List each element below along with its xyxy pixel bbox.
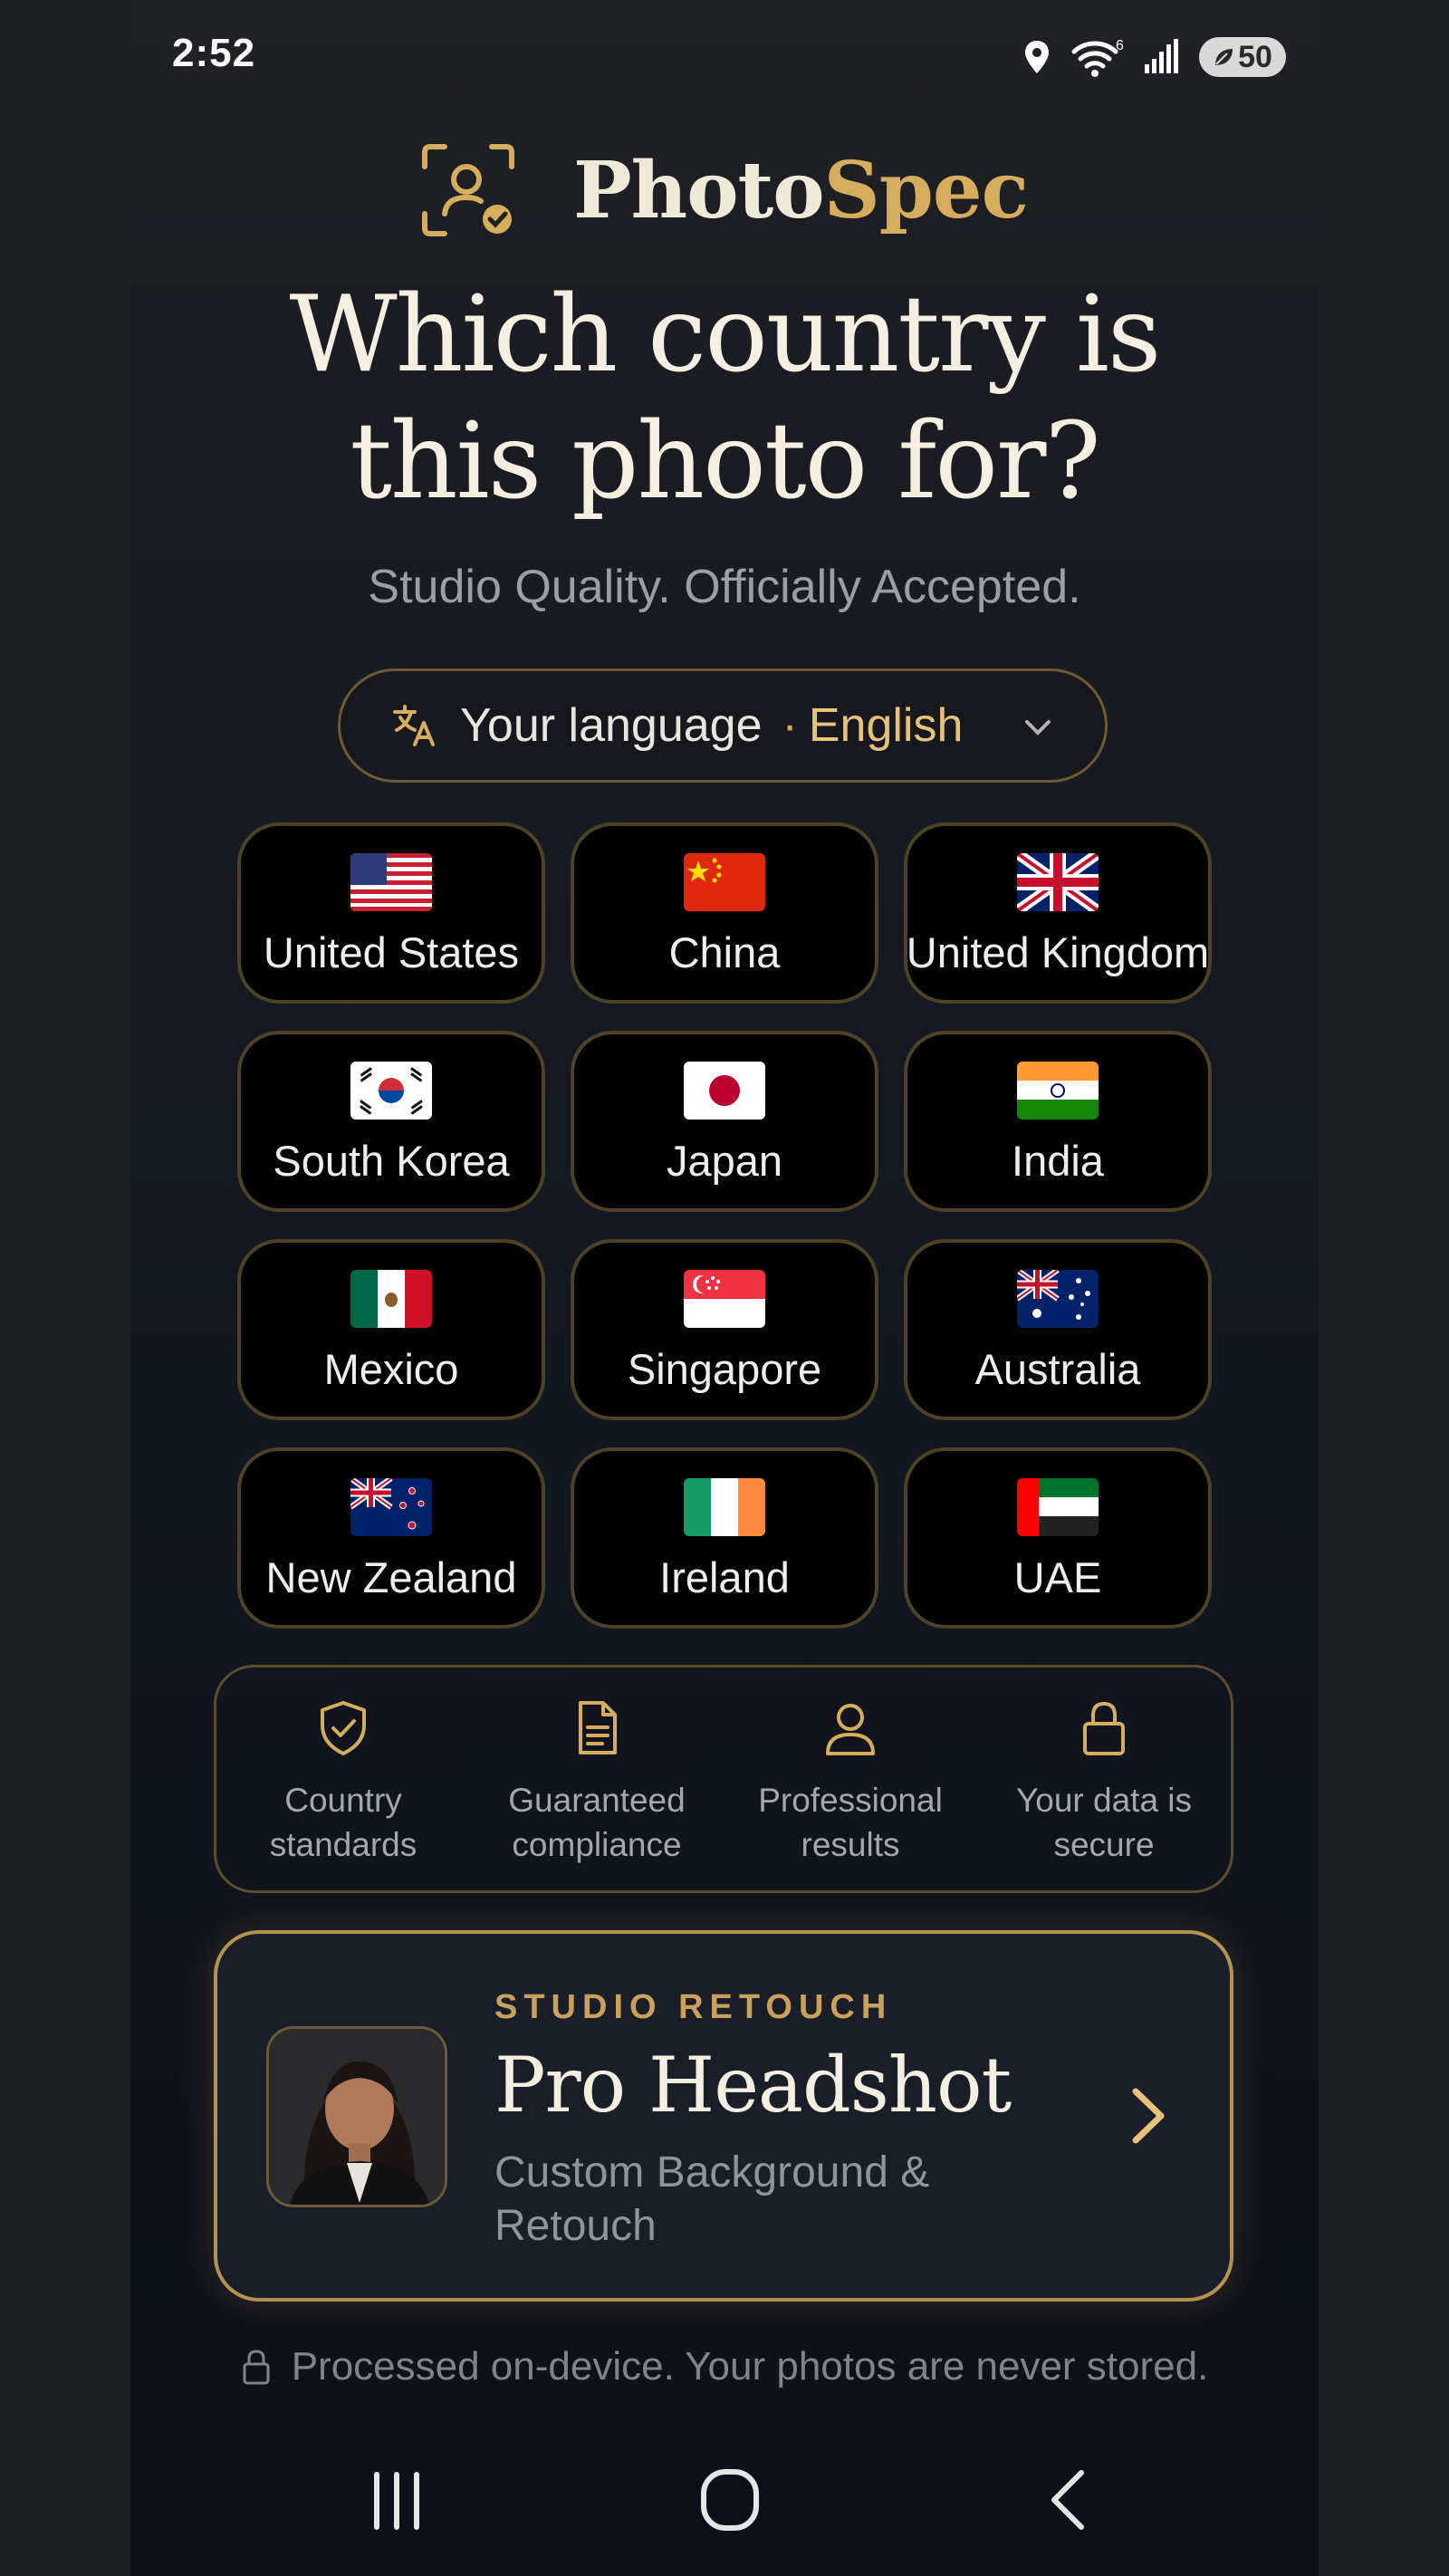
shield-check-icon [321,1701,366,1755]
country-card-australia[interactable]: Australia [904,1239,1212,1420]
feature-label: Guaranteed compliance [508,1782,686,1863]
person-icon [826,1704,875,1755]
feature-label: Your data is secure [1015,1782,1193,1863]
country-name: Mexico [323,1345,459,1393]
country-name: Australia [974,1345,1141,1393]
status-time: 2:52 [172,31,256,75]
leaf-icon [1215,49,1233,65]
headshot-thumbnail [266,2026,447,2207]
country-card-south-korea[interactable]: South Korea [237,1031,545,1212]
privacy-note-text: Processed on-device. Your photos are nev… [291,2344,1209,2389]
document-icon [579,1701,617,1754]
back-button[interactable] [1045,2467,1090,2533]
language-separator: · [782,699,798,752]
feature-label: Country standards [269,1782,417,1863]
brand-logo: PhotoSpec [130,143,1319,237]
recent-apps-button[interactable] [369,2471,424,2531]
page-title: Which country is this photo for? [289,274,1162,523]
country-name: Ireland [659,1553,790,1601]
country-card-united-states[interactable]: United States [237,822,545,1004]
au-flag-icon [1017,1270,1099,1328]
country-card-japan[interactable]: Japan [571,1031,878,1212]
pro-headshot-card[interactable]: STUDIO RETOUCH Pro Headshot Custom Backg… [214,1930,1233,2302]
status-icons: 6 50 [1023,34,1286,80]
lock-icon [1083,1701,1125,1755]
ae-flag-icon [1017,1478,1099,1536]
language-label: Your language [460,699,763,752]
country-name: UAE [1013,1553,1102,1601]
country-card-singapore[interactable]: Singapore [571,1239,878,1420]
language-value: English [808,699,964,752]
promo-eyebrow: STUDIO RETOUCH [494,1988,893,2026]
app-screen: 2:52 6 50 PhotoSpec Which country is thi… [130,0,1319,2576]
chevron-right-icon [1132,2088,1165,2144]
feature-strip: Country standards Guaranteed compliance Pr… [214,1665,1233,1893]
signal-icon [1145,39,1178,73]
portrait-image [269,2029,445,2205]
wifi-badge: 6 [1116,38,1123,53]
country-name: United States [263,928,520,976]
ie-flag-icon [684,1478,765,1536]
home-button[interactable] [699,2467,761,2533]
country-name: China [668,928,781,976]
country-name: South Korea [273,1137,510,1185]
system-nav-bar [130,2446,1319,2576]
gb-flag-icon [1017,853,1099,911]
chevron-down-icon [1025,720,1051,735]
page-subtitle: Studio Quality. Officially Accepted. [368,561,1081,613]
small-lock-icon [243,2350,270,2385]
country-name: India [1012,1137,1104,1185]
battery-level: 50 [1238,39,1272,74]
promo-subtitle: Custom Background & Retouch [494,2148,930,2250]
country-card-united-kingdom[interactable]: United Kingdom [904,822,1212,1004]
feature-data-secure: Your data is secure [977,1668,1231,1890]
cn-flag-icon [684,853,765,911]
nz-flag-icon [350,1478,432,1536]
language-selector[interactable]: Your language · English [338,668,1108,783]
country-card-india[interactable]: India [904,1031,1212,1212]
battery-indicator: 50 [1199,37,1286,77]
country-card-ireland[interactable]: Ireland [571,1447,878,1629]
country-card-uae[interactable]: UAE [904,1447,1212,1629]
face-scan-logo-icon [422,144,514,236]
feature-country-standards: Country standards [216,1668,470,1890]
feature-professional-results: Professional results [724,1668,977,1890]
country-card-china[interactable]: China [571,822,878,1004]
in-flag-icon [1017,1062,1099,1120]
translate-icon [393,705,435,746]
country-name: Japan [666,1137,783,1185]
location-icon [1025,41,1049,73]
kr-flag-icon [350,1062,432,1120]
country-name: United Kingdom [906,928,1210,976]
country-card-mexico[interactable]: Mexico [237,1239,545,1420]
country-name: Singapore [627,1345,822,1393]
sg-flag-icon [684,1270,765,1328]
country-card-new-zealand[interactable]: New Zealand [237,1447,545,1629]
privacy-note: Processed on-device. Your photos are nev… [130,2344,1319,2389]
feature-guaranteed-compliance: Guaranteed compliance [470,1668,724,1890]
promo-title: Pro Headshot [494,2041,1012,2129]
country-name: New Zealand [265,1553,517,1601]
feature-label: Professional results [758,1782,943,1863]
mx-flag-icon [350,1270,432,1328]
jp-flag-icon [684,1062,765,1120]
brand-name: PhotoSpec [573,144,1029,236]
wifi-icon: 6 [1071,38,1123,77]
country-grid: United States China United Kingdom South… [237,822,1212,1629]
us-flag-icon [350,853,432,911]
